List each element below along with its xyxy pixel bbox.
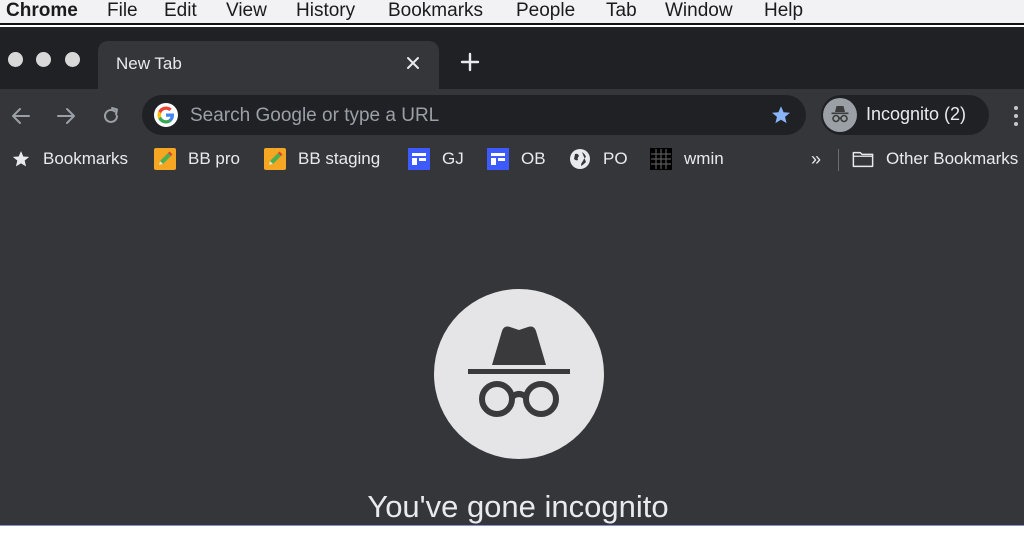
bookmark-label: Other Bookmarks [886, 149, 1019, 168]
bookmark-label: Bookmarks [43, 149, 129, 168]
bookmark-label: PO [603, 149, 628, 168]
menu-chrome[interactable]: Chrome [6, 0, 78, 23]
bookmark-item-bookmarks[interactable]: Bookmarks [10, 141, 128, 177]
more-menu-icon[interactable] [1010, 103, 1022, 129]
bookmark-label: wmin [684, 149, 724, 168]
window-zoom-dot[interactable] [65, 52, 80, 67]
forward-arrow-icon [57, 108, 75, 124]
overflow-chevron-icon: » [811, 148, 822, 169]
reload-button[interactable] [98, 103, 124, 129]
bookmark-item-gj[interactable]: GJ [408, 141, 464, 177]
bookmark-item-po[interactable]: PO [569, 141, 628, 177]
incognito-avatar-icon [823, 98, 857, 132]
toolbar: Search Google or type a URL Incognito (2… [0, 89, 1024, 141]
tab-new-tab[interactable]: New Tab [98, 41, 439, 89]
reload-icon [104, 107, 118, 123]
omnibox[interactable]: Search Google or type a URL [142, 95, 806, 135]
menu-edit[interactable]: Edit [164, 0, 197, 23]
profile-button[interactable]: Incognito (2) [821, 95, 989, 135]
omnibox-placeholder: Search Google or type a URL [190, 105, 440, 126]
bookmark-item-bb-staging[interactable]: BB staging [264, 141, 380, 177]
menu-window[interactable]: Window [665, 0, 733, 23]
incognito-icon [434, 289, 604, 459]
menu-view[interactable]: View [226, 0, 267, 23]
bookmark-item-bb-pro[interactable]: BB pro [154, 141, 240, 177]
layout-icon [487, 148, 509, 170]
menu-file[interactable]: File [107, 0, 138, 23]
menu-people[interactable]: People [516, 0, 575, 23]
bookmark-label: GJ [442, 149, 464, 168]
back-button[interactable] [8, 103, 34, 129]
globe-icon [569, 148, 591, 170]
bookmark-star-icon[interactable] [768, 102, 794, 128]
menu-history[interactable]: History [296, 0, 355, 23]
google-g-icon [154, 103, 178, 127]
browser-window: New Tab Search Google or type a URL Inco… [0, 27, 1024, 525]
menu-help[interactable]: Help [764, 0, 803, 23]
folder-icon [852, 148, 874, 170]
bookmarks-overflow-button[interactable]: » [811, 141, 821, 177]
incognito-page: You've gone incognito [0, 179, 1024, 525]
forward-button[interactable] [53, 103, 79, 129]
macos-menu-bar: Chrome File Edit View History Bookmarks … [0, 0, 1024, 25]
bookmark-label: BB staging [298, 149, 381, 168]
other-bookmarks-folder[interactable]: Other Bookmarks [852, 141, 1018, 177]
new-tab-button[interactable] [458, 50, 482, 74]
close-icon[interactable] [401, 51, 425, 75]
window-minimize-dot[interactable] [36, 52, 51, 67]
layout-icon [408, 148, 430, 170]
bookmark-label: BB pro [188, 149, 240, 168]
star-icon [10, 148, 32, 170]
page-headline: You've gone incognito [367, 489, 669, 524]
tab-strip: New Tab [0, 27, 1024, 89]
tab-title: New Tab [116, 54, 182, 73]
bookmarks-bar: Bookmarks BB pro BB staging GJ OB PO wmi… [0, 141, 1024, 180]
bookmark-item-wmin[interactable]: wmin [650, 141, 724, 177]
pencil-icon [154, 148, 176, 170]
back-arrow-icon [12, 108, 30, 124]
profile-label: Incognito (2) [866, 104, 967, 124]
grid-icon [650, 148, 672, 170]
pencil-icon [264, 148, 286, 170]
bookmarks-divider [838, 149, 839, 171]
bookmark-item-ob[interactable]: OB [487, 141, 546, 177]
bookmark-label: OB [521, 149, 546, 168]
menu-bookmarks[interactable]: Bookmarks [388, 0, 483, 23]
menu-tab[interactable]: Tab [606, 0, 637, 23]
window-close-dot[interactable] [8, 52, 23, 67]
